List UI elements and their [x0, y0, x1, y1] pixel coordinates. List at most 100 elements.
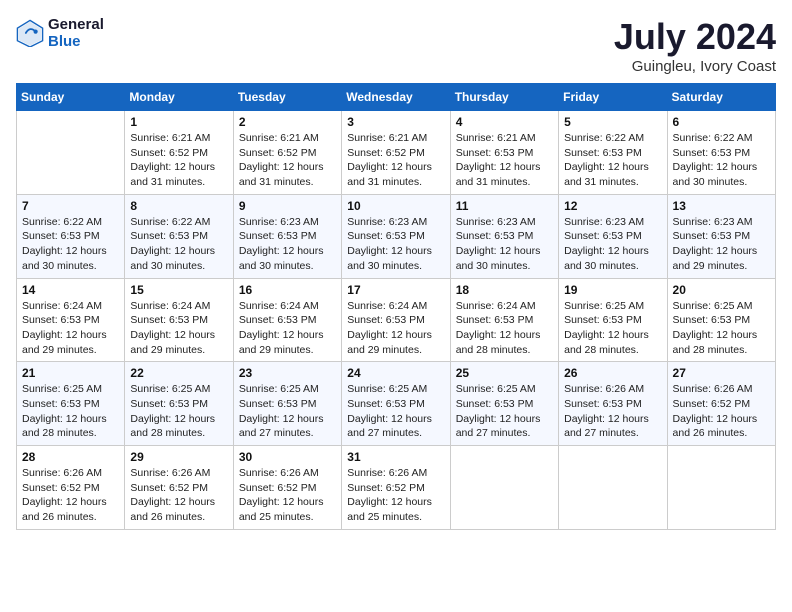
- day-info: Sunrise: 6:22 AM Sunset: 6:53 PM Dayligh…: [564, 131, 661, 190]
- day-info: Sunrise: 6:25 AM Sunset: 6:53 PM Dayligh…: [456, 382, 553, 441]
- calendar-week-row: 21 Sunrise: 6:25 AM Sunset: 6:53 PM Dayli…: [17, 362, 776, 446]
- day-header: Friday: [559, 84, 667, 111]
- day-number: 28: [22, 450, 119, 464]
- day-number: 25: [456, 366, 553, 380]
- calendar-cell: 27 Sunrise: 6:26 AM Sunset: 6:52 PM Dayli…: [667, 362, 775, 446]
- day-number: 27: [673, 366, 770, 380]
- calendar-cell: [559, 446, 667, 530]
- calendar-cell: 30Sunrise: 6:26 AM Sunset: 6:52 PM Dayli…: [233, 446, 341, 530]
- day-number: 5: [564, 115, 661, 129]
- calendar-header-row: SundayMondayTuesdayWednesdayThursdayFrid…: [17, 84, 776, 111]
- day-number: 9: [239, 199, 336, 213]
- calendar-cell: 20 Sunrise: 6:25 AM Sunset: 6:53 PM Dayli…: [667, 278, 775, 362]
- day-number: 6: [673, 115, 770, 129]
- calendar-cell: 10 Sunrise: 6:23 AM Sunset: 6:53 PM Dayli…: [342, 194, 450, 278]
- day-info: Sunrise: 6:22 AM Sunset: 6:53 PM Dayligh…: [22, 215, 119, 274]
- day-info: Sunrise: 6:26 AM Sunset: 6:52 PM Dayligh…: [22, 466, 119, 525]
- day-info: Sunrise: 6:22 AM Sunset: 6:53 PM Dayligh…: [130, 215, 227, 274]
- calendar-cell: 13Sunrise: 6:23 AM Sunset: 6:53 PM Dayli…: [667, 194, 775, 278]
- day-info: Sunrise: 6:21 AM Sunset: 6:53 PM Dayligh…: [456, 131, 553, 190]
- day-info: Sunrise: 6:23 AM Sunset: 6:53 PM Dayligh…: [673, 215, 770, 274]
- calendar-cell: 22Sunrise: 6:25 AM Sunset: 6:53 PM Dayli…: [125, 362, 233, 446]
- day-number: 14: [22, 283, 119, 297]
- day-info: Sunrise: 6:21 AM Sunset: 6:52 PM Dayligh…: [130, 131, 227, 190]
- day-header: Monday: [125, 84, 233, 111]
- calendar-cell: 6 Sunrise: 6:22 AM Sunset: 6:53 PM Daylig…: [667, 111, 775, 195]
- day-number: 17: [347, 283, 444, 297]
- calendar-cell: 19Sunrise: 6:25 AM Sunset: 6:53 PM Dayli…: [559, 278, 667, 362]
- calendar-cell: 31 Sunrise: 6:26 AM Sunset: 6:52 PM Dayli…: [342, 446, 450, 530]
- calendar-cell: 24 Sunrise: 6:25 AM Sunset: 6:53 PM Dayli…: [342, 362, 450, 446]
- page-header: General Blue July 2024 Guingleu, Ivory C…: [16, 16, 776, 75]
- day-number: 18: [456, 283, 553, 297]
- day-number: 23: [239, 366, 336, 380]
- day-info: Sunrise: 6:25 AM Sunset: 6:53 PM Dayligh…: [347, 382, 444, 441]
- day-header: Sunday: [17, 84, 125, 111]
- title-area: July 2024 Guingleu, Ivory Coast: [614, 16, 776, 75]
- calendar-cell: 3Sunrise: 6:21 AM Sunset: 6:52 PM Daylig…: [342, 111, 450, 195]
- day-info: Sunrise: 6:24 AM Sunset: 6:53 PM Dayligh…: [239, 299, 336, 358]
- day-info: Sunrise: 6:22 AM Sunset: 6:53 PM Dayligh…: [673, 131, 770, 190]
- day-number: 3: [347, 115, 444, 129]
- calendar-cell: 28 Sunrise: 6:26 AM Sunset: 6:52 PM Dayli…: [17, 446, 125, 530]
- day-number: 7: [22, 199, 119, 213]
- day-number: 2: [239, 115, 336, 129]
- calendar-table: SundayMondayTuesdayWednesdayThursdayFrid…: [16, 83, 776, 530]
- calendar-cell: 11Sunrise: 6:23 AM Sunset: 6:53 PM Dayli…: [450, 194, 558, 278]
- calendar-cell: [17, 111, 125, 195]
- logo-text: General Blue: [48, 16, 104, 50]
- calendar-week-row: 14 Sunrise: 6:24 AM Sunset: 6:53 PM Dayli…: [17, 278, 776, 362]
- day-info: Sunrise: 6:24 AM Sunset: 6:53 PM Dayligh…: [456, 299, 553, 358]
- day-info: Sunrise: 6:26 AM Sunset: 6:52 PM Dayligh…: [130, 466, 227, 525]
- day-number: 12: [564, 199, 661, 213]
- day-info: Sunrise: 6:24 AM Sunset: 6:53 PM Dayligh…: [347, 299, 444, 358]
- calendar-cell: 5 Sunrise: 6:22 AM Sunset: 6:53 PM Daylig…: [559, 111, 667, 195]
- day-number: 20: [673, 283, 770, 297]
- calendar-cell: 4 Sunrise: 6:21 AM Sunset: 6:53 PM Daylig…: [450, 111, 558, 195]
- day-info: Sunrise: 6:24 AM Sunset: 6:53 PM Dayligh…: [22, 299, 119, 358]
- month-title: July 2024: [614, 16, 776, 58]
- calendar-cell: [667, 446, 775, 530]
- day-info: Sunrise: 6:21 AM Sunset: 6:52 PM Dayligh…: [239, 131, 336, 190]
- calendar-cell: 18 Sunrise: 6:24 AM Sunset: 6:53 PM Dayli…: [450, 278, 558, 362]
- day-info: Sunrise: 6:25 AM Sunset: 6:53 PM Dayligh…: [673, 299, 770, 358]
- day-number: 24: [347, 366, 444, 380]
- day-info: Sunrise: 6:25 AM Sunset: 6:53 PM Dayligh…: [22, 382, 119, 441]
- day-number: 10: [347, 199, 444, 213]
- day-header: Wednesday: [342, 84, 450, 111]
- day-number: 1: [130, 115, 227, 129]
- day-info: Sunrise: 6:23 AM Sunset: 6:53 PM Dayligh…: [456, 215, 553, 274]
- day-info: Sunrise: 6:24 AM Sunset: 6:53 PM Dayligh…: [130, 299, 227, 358]
- calendar-cell: 7 Sunrise: 6:22 AM Sunset: 6:53 PM Daylig…: [17, 194, 125, 278]
- day-info: Sunrise: 6:26 AM Sunset: 6:52 PM Dayligh…: [239, 466, 336, 525]
- location: Guingleu, Ivory Coast: [614, 58, 776, 75]
- day-number: 19: [564, 283, 661, 297]
- day-header: Saturday: [667, 84, 775, 111]
- day-info: Sunrise: 6:23 AM Sunset: 6:53 PM Dayligh…: [239, 215, 336, 274]
- logo: General Blue: [16, 16, 104, 50]
- day-info: Sunrise: 6:23 AM Sunset: 6:53 PM Dayligh…: [564, 215, 661, 274]
- calendar-cell: 23Sunrise: 6:25 AM Sunset: 6:53 PM Dayli…: [233, 362, 341, 446]
- calendar-week-row: 7 Sunrise: 6:22 AM Sunset: 6:53 PM Daylig…: [17, 194, 776, 278]
- day-info: Sunrise: 6:26 AM Sunset: 6:52 PM Dayligh…: [347, 466, 444, 525]
- day-info: Sunrise: 6:26 AM Sunset: 6:52 PM Dayligh…: [673, 382, 770, 441]
- day-number: 21: [22, 366, 119, 380]
- calendar-cell: 17 Sunrise: 6:24 AM Sunset: 6:53 PM Dayli…: [342, 278, 450, 362]
- calendar-cell: 14 Sunrise: 6:24 AM Sunset: 6:53 PM Dayli…: [17, 278, 125, 362]
- logo-icon: [16, 19, 44, 47]
- day-info: Sunrise: 6:23 AM Sunset: 6:53 PM Dayligh…: [347, 215, 444, 274]
- day-number: 31: [347, 450, 444, 464]
- calendar-week-row: 28 Sunrise: 6:26 AM Sunset: 6:52 PM Dayli…: [17, 446, 776, 530]
- day-number: 26: [564, 366, 661, 380]
- calendar-cell: 8 Sunrise: 6:22 AM Sunset: 6:53 PM Daylig…: [125, 194, 233, 278]
- calendar-cell: 12 Sunrise: 6:23 AM Sunset: 6:53 PM Dayli…: [559, 194, 667, 278]
- day-number: 8: [130, 199, 227, 213]
- day-number: 16: [239, 283, 336, 297]
- calendar-cell: 29Sunrise: 6:26 AM Sunset: 6:52 PM Dayli…: [125, 446, 233, 530]
- day-number: 15: [130, 283, 227, 297]
- calendar-cell: 16 Sunrise: 6:24 AM Sunset: 6:53 PM Dayli…: [233, 278, 341, 362]
- day-number: 4: [456, 115, 553, 129]
- calendar-week-row: 1 Sunrise: 6:21 AM Sunset: 6:52 PM Daylig…: [17, 111, 776, 195]
- day-header: Thursday: [450, 84, 558, 111]
- calendar-cell: [450, 446, 558, 530]
